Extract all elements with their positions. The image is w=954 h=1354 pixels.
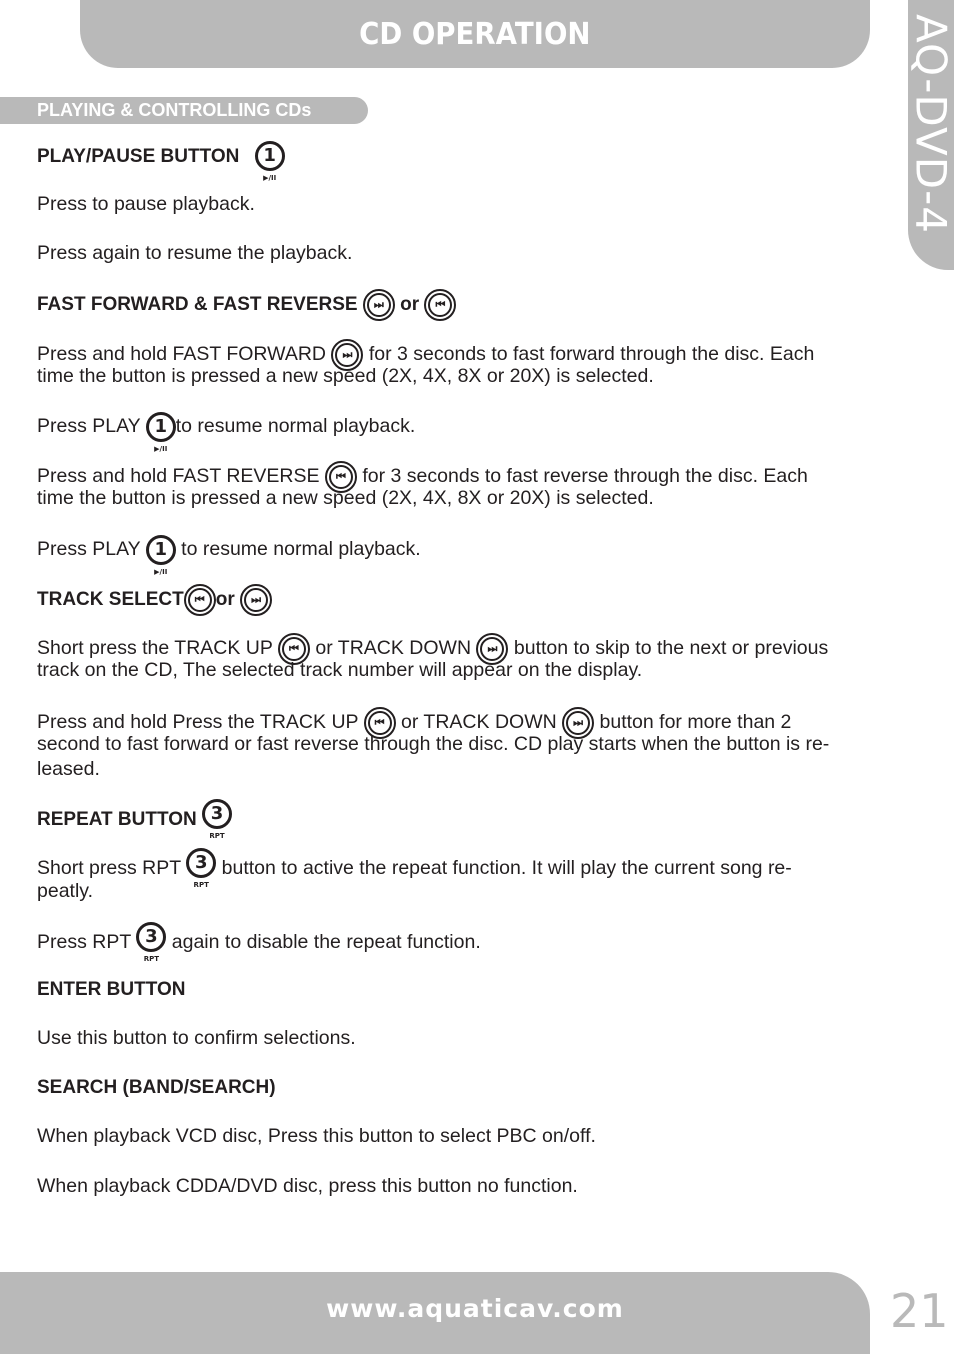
paragraph: second to fast forward or fast reverse t… <box>37 733 830 755</box>
fast-heading: FAST FORWARD & FAST REVERSE ⏭ or ⏮ <box>37 289 457 321</box>
text: or TRACK DOWN <box>401 711 557 734</box>
paragraph: track on the CD, The selected track numb… <box>37 659 643 681</box>
icon-number: 3 <box>145 926 158 947</box>
fast-forward-icon: ⏭ <box>362 289 395 321</box>
track-down-icon: ⏭ <box>240 584 273 616</box>
prev-glyph: ⏮ <box>187 588 212 612</box>
paragraph: Press again to resume the playback. <box>37 242 353 264</box>
section-title: PLAYING & CONTROLLING CDs <box>37 100 312 120</box>
model-name: AQ-DVD-4 <box>906 14 954 234</box>
paragraph: Press RPT 3 RPT again to disable the repe… <box>37 922 481 963</box>
or-text: or <box>400 294 420 316</box>
icon-sub-label: RPT <box>209 832 225 840</box>
website-url: www.aquaticav.com <box>326 1294 624 1323</box>
text: to resume normal playback. <box>175 415 416 438</box>
repeat-heading: REPEAT BUTTON 3 RPT <box>37 799 233 840</box>
next-glyph: ⏭ <box>244 588 269 612</box>
paragraph: time the button is pressed a new speed (… <box>37 487 654 509</box>
text: button to skip to the next or previous <box>513 637 829 660</box>
icon-sub-label: ▶/II <box>154 445 168 453</box>
repeat-icon: 3 RPT <box>186 848 217 889</box>
text: Short press RPT <box>37 857 181 880</box>
header-bar: CD OPERATION <box>80 0 870 68</box>
fast-reverse-icon: ⏮ <box>424 289 457 321</box>
paragraph: When playback VCD disc, Press this butto… <box>37 1125 596 1147</box>
text: or TRACK DOWN <box>315 637 472 660</box>
prev-glyph: ⏮ <box>428 293 453 317</box>
text: Press PLAY <box>37 538 141 561</box>
paragraph: Press to pause playback. <box>37 193 255 215</box>
search-heading: SEARCH (BAND/SEARCH) <box>37 1077 276 1098</box>
paragraph: Short press RPT 3 RPT button to active th… <box>37 848 792 889</box>
paragraph: When playback CDDA/DVD disc, press this … <box>37 1175 578 1197</box>
next-glyph: ⏭ <box>366 293 391 317</box>
paragraph: Press PLAY 1 ▶/II to resume normal playbac… <box>37 412 416 453</box>
icon-sub-label: RPT <box>193 881 209 889</box>
track-heading: TRACK SELECT ⏮ or ⏭ <box>37 584 273 616</box>
text: Short press the TRACK UP <box>37 637 273 660</box>
repeat-icon: 3 RPT <box>136 922 167 963</box>
icon-number: 3 <box>194 852 208 873</box>
text: to resume normal playback. <box>181 538 421 561</box>
text: Press PLAY <box>37 415 141 438</box>
text: button to active the repeat function. It… <box>221 857 792 880</box>
icon-number: 1 <box>263 145 276 166</box>
icon-sub-label: ▶/II <box>263 174 277 182</box>
heading-text: TRACK SELECT <box>37 589 184 611</box>
paragraph: leased. <box>37 758 100 780</box>
text: button for more than 2 <box>599 711 792 734</box>
icon-sub-label: RPT <box>143 955 159 963</box>
icon-number: 3 <box>210 803 224 824</box>
text: Press and hold Press the TRACK UP <box>37 711 359 734</box>
icon-number: 1 <box>154 539 168 560</box>
or-text: or <box>215 589 235 611</box>
model-side-tab: AQ-DVD-4 <box>906 0 954 270</box>
track-up-icon: ⏮ <box>183 584 216 616</box>
text: for 3 seconds to fast forward through th… <box>368 343 815 366</box>
paragraph: peatly. <box>37 880 94 902</box>
section-header: PLAYING & CONTROLLING CDs <box>0 97 368 124</box>
heading-text: PLAY/PAUSE BUTTON <box>37 146 240 168</box>
paragraph: Use this button to confirm selections. <box>37 1027 356 1049</box>
enter-heading: ENTER BUTTON <box>37 979 186 1000</box>
play-pause-icon: 1 ▶/II <box>145 535 176 576</box>
heading-text: REPEAT BUTTON <box>37 809 197 831</box>
play-pause-icon: 1 ▶/II <box>145 412 176 453</box>
paragraph: time the button is pressed a new speed (… <box>37 365 654 387</box>
footer-bar: www.aquaticav.com <box>0 1272 870 1354</box>
text: for 3 seconds to fast reverse through th… <box>362 465 808 488</box>
text: Press and hold FAST FORWARD <box>37 343 326 366</box>
play-pause-heading: PLAY/PAUSE BUTTON 1 ▶/II <box>37 141 285 182</box>
repeat-icon: 3 RPT <box>202 799 233 840</box>
page-title: CD OPERATION <box>359 16 591 52</box>
paragraph: Press PLAY 1 ▶/II to resume normal playba… <box>37 535 421 576</box>
text: Press and hold FAST REVERSE <box>37 465 320 488</box>
icon-sub-label: ▶/II <box>154 568 168 576</box>
page-number: 21 <box>890 1284 949 1338</box>
icon-number: 1 <box>154 416 168 437</box>
text: again to disable the repeat function. <box>171 931 481 954</box>
play-pause-icon: 1 ▶/II <box>254 141 285 182</box>
heading-text: FAST FORWARD & FAST REVERSE <box>37 294 358 316</box>
text: Press RPT <box>37 931 131 954</box>
